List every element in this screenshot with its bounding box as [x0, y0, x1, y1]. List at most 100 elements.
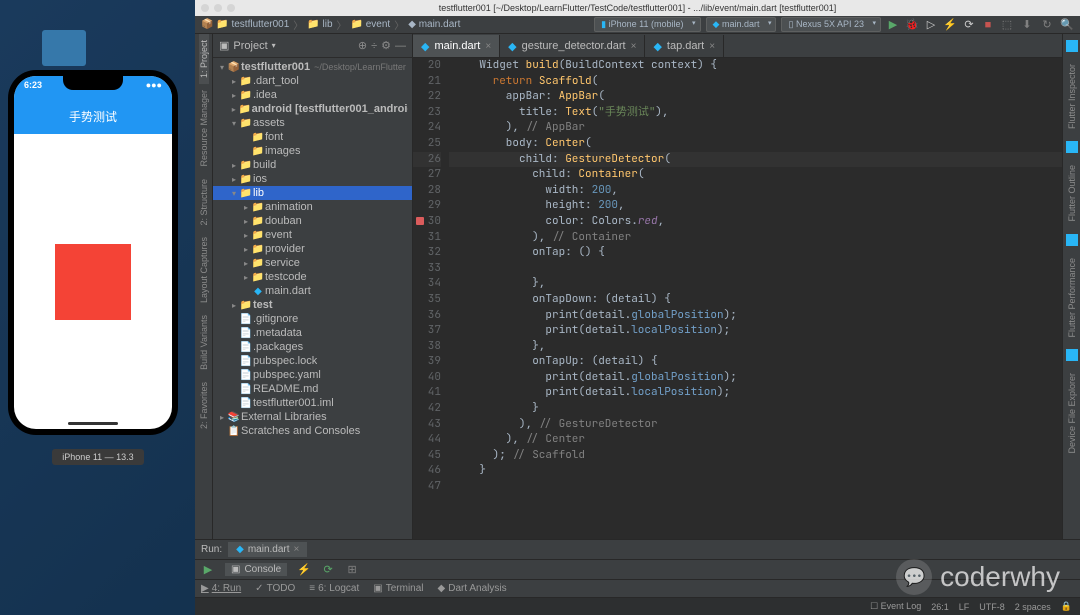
home-indicator	[68, 422, 118, 425]
attach-button[interactable]: ⟳	[962, 18, 976, 32]
rerun-button[interactable]: ▶	[201, 563, 215, 577]
tree-item[interactable]: 📄.packages	[213, 340, 412, 354]
tree-item[interactable]: ▸📁animation	[213, 200, 412, 214]
editor-tab[interactable]: ◆main.dart×	[413, 35, 500, 57]
bottom-tool-button[interactable]: ▶4: Run	[201, 583, 241, 594]
hide-icon[interactable]: —	[395, 40, 406, 52]
tree-item[interactable]: ▸📁ios	[213, 172, 412, 186]
window-title-bar: testflutter001 [~/Desktop/LearnFlutter/T…	[195, 0, 1080, 16]
tree-item[interactable]: 📁font	[213, 130, 412, 144]
bottom-tool-buttons: ▶4: Run ✓TODO ≡6: Logcat ▣Terminal ◆Dart Ana…	[195, 579, 1080, 597]
tree-item[interactable]: ▸📁test	[213, 298, 412, 312]
window-controls[interactable]	[201, 4, 235, 12]
tree-item[interactable]: ◆main.dart	[213, 284, 412, 298]
project-panel: ▣ Project ▾ ⊕ ÷ ⚙ — ▾📦testflutter001~/De…	[213, 34, 413, 539]
tree-item[interactable]: ▸📁service	[213, 256, 412, 270]
left-tool-resource-manager[interactable]: Resource Manager	[199, 84, 209, 173]
hot-reload-button[interactable]: ⚡	[943, 18, 957, 32]
tree-item[interactable]: 📄pubspec.yaml	[213, 368, 412, 382]
left-tool----structure[interactable]: 2: Structure	[199, 173, 209, 232]
bottom-tool-button[interactable]: ◆Dart Analysis	[438, 583, 507, 594]
ide-status-bar: ☐ Event Log 26:1 LF UTF-8 2 spaces 🔒	[195, 597, 1080, 615]
left-tool----favorites[interactable]: 2: Favorites	[199, 376, 209, 435]
breadcrumb[interactable]: 📦 📁 testflutter001〉📁 lib〉📁 event〉◆ main.…	[201, 17, 460, 32]
desktop-folder-icon	[42, 30, 86, 66]
left-tool-build-variants[interactable]: Build Variants	[199, 309, 209, 376]
project-panel-header: ▣ Project ▾ ⊕ ÷ ⚙ —	[213, 34, 412, 58]
left-tool-layout-captures[interactable]: Layout Captures	[199, 231, 209, 309]
tree-item[interactable]: 📄.gitignore	[213, 312, 412, 326]
flutter-icon	[1066, 40, 1078, 52]
right-tool-device-file-explorer[interactable]: Device File Explorer	[1067, 367, 1077, 460]
tree-item[interactable]: ▸📁event	[213, 228, 412, 242]
tree-item[interactable]: ▸📁build	[213, 158, 412, 172]
event-log-button[interactable]: ☐ Event Log	[870, 601, 921, 612]
hot-restart-icon[interactable]: ⟳	[321, 563, 335, 577]
device-label: iPhone 11 — 13.3	[52, 449, 143, 465]
left-tool----project[interactable]: 1: Project	[199, 34, 209, 84]
tree-item[interactable]: ▸📁testcode	[213, 270, 412, 284]
devtools-icon[interactable]: ⊞	[345, 563, 359, 577]
console-tab[interactable]: ▣ Console	[225, 563, 287, 576]
console-icon: ▣	[231, 564, 240, 575]
run-tool-window-header: Run: ◆ main.dart ×	[195, 539, 1080, 559]
gesture-container[interactable]	[55, 244, 131, 320]
stop-button[interactable]: ■	[981, 18, 995, 32]
expand-icon[interactable]: ÷	[371, 40, 377, 52]
tree-item[interactable]: 📋Scratches and Consoles	[213, 424, 412, 438]
tree-item[interactable]: 📄README.md	[213, 382, 412, 396]
run-tab[interactable]: ◆ main.dart ×	[228, 542, 307, 557]
tree-item[interactable]: ▸📁.idea	[213, 88, 412, 102]
tree-item[interactable]: 📄pubspec.lock	[213, 354, 412, 368]
tree-item[interactable]: ▾📁lib	[213, 186, 412, 200]
android-studio-ide: testflutter001 [~/Desktop/LearnFlutter/T…	[195, 0, 1080, 615]
tree-item[interactable]: 📄.metadata	[213, 326, 412, 340]
device-dropdown[interactable]: ▮ iPhone 11 (mobile)	[594, 17, 700, 32]
run-config-dropdown[interactable]: ◆ main.dart	[706, 17, 777, 32]
tree-item[interactable]: ▸📁android [testflutter001_android]	[213, 102, 412, 116]
hot-reload-icon[interactable]: ⚡	[297, 563, 311, 577]
tree-item[interactable]: ▸📁provider	[213, 242, 412, 256]
right-tool-flutter-outline[interactable]: Flutter Outline	[1067, 159, 1077, 228]
gutter[interactable]: 2021222324252627282930313233343536373839…	[413, 58, 449, 539]
sync-icon[interactable]: ↻	[1040, 18, 1054, 32]
phone-notch	[63, 76, 123, 90]
encoding[interactable]: UTF-8	[979, 602, 1005, 612]
avd-dropdown[interactable]: ▯ Nexus 5X API 23	[781, 17, 881, 32]
gear-icon[interactable]: ⚙	[381, 39, 391, 52]
lock-icon[interactable]: 🔒	[1061, 601, 1072, 612]
right-tool-flutter-inspector[interactable]: Flutter Inspector	[1067, 58, 1077, 135]
run-button[interactable]: ▶	[886, 18, 900, 32]
ios-simulator: 6:23 ●●● 手势测试 iPhone 11 — 13.3	[8, 70, 188, 465]
code-editor[interactable]: 2021222324252627282930313233343536373839…	[413, 58, 1062, 539]
debug-button[interactable]: 🐞	[905, 18, 919, 32]
project-tree[interactable]: ▾📦testflutter001~/Desktop/LearnFlutter▸📁…	[213, 58, 412, 539]
caret-position[interactable]: 26:1	[931, 602, 949, 612]
bottom-tool-button[interactable]: ≡6: Logcat	[309, 583, 359, 594]
folder-icon: ▣	[219, 39, 229, 52]
indent[interactable]: 2 spaces	[1015, 602, 1051, 612]
editor-tab[interactable]: ◆gesture_detector.dart×	[500, 35, 645, 57]
tree-item[interactable]: 📁images	[213, 144, 412, 158]
tree-item[interactable]: ▸📁douban	[213, 214, 412, 228]
avd-manager-icon[interactable]: ⬚	[1000, 18, 1014, 32]
profile-button[interactable]: ▷	[924, 18, 938, 32]
right-tool-flutter-performance[interactable]: Flutter Performance	[1067, 252, 1077, 344]
tree-item[interactable]: 📄testflutter001.iml	[213, 396, 412, 410]
select-opened-file-icon[interactable]: ⊕	[358, 39, 367, 52]
right-tool-strip: Flutter Inspector Flutter Outline Flutter …	[1062, 34, 1080, 539]
phone-signal-icon: ●●●	[146, 80, 162, 98]
tree-item[interactable]: ▾📦testflutter001~/Desktop/LearnFlutter	[213, 60, 412, 74]
tree-item[interactable]: ▾📁assets	[213, 116, 412, 130]
bottom-tool-button[interactable]: ✓TODO	[255, 583, 295, 594]
tree-item[interactable]: ▸📚External Libraries	[213, 410, 412, 424]
line-ending[interactable]: LF	[959, 602, 970, 612]
bottom-tool-button[interactable]: ▣Terminal	[373, 583, 423, 594]
search-icon[interactable]: 🔍	[1060, 18, 1074, 32]
tree-item[interactable]: ▸📁.dart_tool	[213, 74, 412, 88]
editor-tab[interactable]: ◆tap.dart×	[645, 35, 724, 57]
sdk-manager-icon[interactable]: ⬇	[1020, 18, 1034, 32]
dropdown-arrow-icon[interactable]: ▾	[272, 41, 276, 50]
phone-body[interactable]	[14, 134, 172, 429]
code-area[interactable]: Widget build(BuildContext context) { ret…	[449, 58, 1062, 539]
